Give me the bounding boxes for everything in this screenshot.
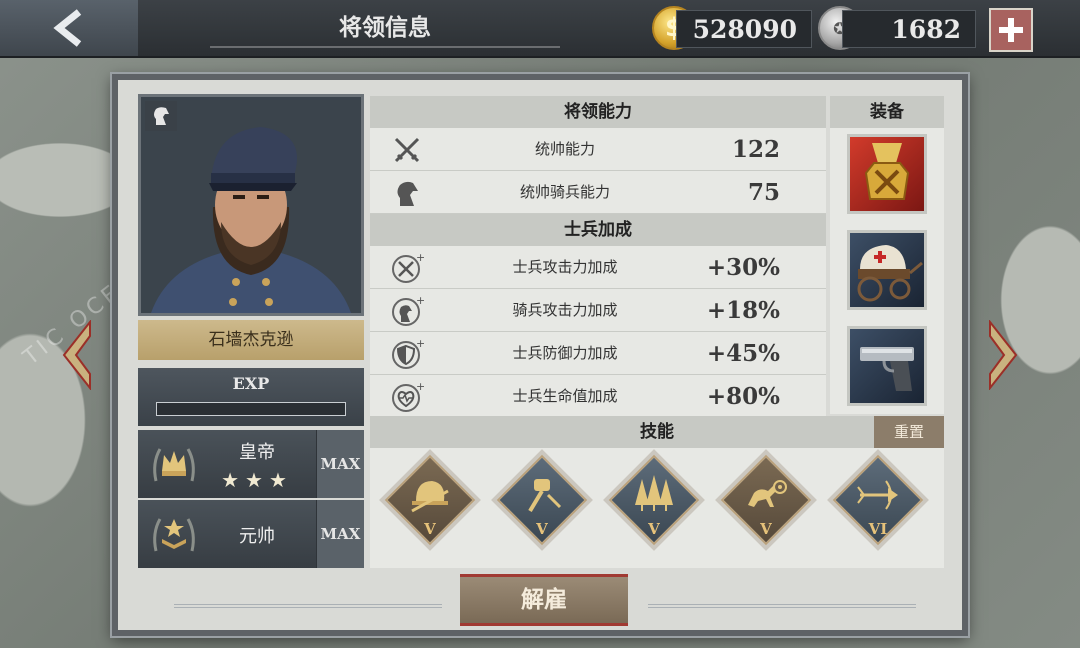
cavalry-attack-up-icon: +: [390, 295, 424, 327]
stat-label: 统帅能力: [534, 140, 595, 158]
helmet-skill-icon: [406, 474, 454, 514]
stat-value: +30%: [706, 254, 780, 281]
stat-value: +45%: [706, 340, 780, 367]
stats-table: 将领能力 统帅能力 122 统帅骑兵能力 75 士兵加成 + 士兵攻击力加成 +…: [370, 96, 826, 418]
previous-general-button[interactable]: [60, 319, 94, 391]
stat-value: 122: [731, 136, 780, 163]
chevron-right-icon: [989, 319, 1018, 391]
skill-slot-5[interactable]: VI: [832, 454, 924, 554]
skill-level: V: [648, 520, 660, 538]
crossed-swords-icon: [390, 134, 424, 166]
attack-up-icon: +: [390, 252, 424, 284]
chevron-left-icon: [62, 319, 91, 391]
dismiss-button[interactable]: 解雇: [460, 574, 628, 626]
forest-skill-icon: [630, 474, 678, 514]
stat-row: 统帅能力 122: [370, 128, 826, 171]
general-name: 石墙杰克逊: [138, 320, 364, 360]
stat-label: 士兵生命值加成: [512, 387, 618, 405]
defense-up-icon: +: [390, 338, 424, 370]
svg-text:+: +: [416, 338, 424, 350]
reset-skills-button[interactable]: 重置: [874, 416, 944, 448]
exp-label: EXP: [232, 374, 270, 393]
add-currency-button[interactable]: [989, 8, 1033, 52]
stat-label: 士兵攻击力加成: [512, 258, 618, 276]
divider-left: [174, 604, 442, 608]
exp-section: EXP: [138, 368, 364, 426]
rank-row-emperor: 皇帝 ★★★ MAX: [138, 430, 364, 498]
exp-progress-bar: [156, 402, 346, 416]
rank-title: 皇帝: [239, 442, 275, 463]
plus-icon: [999, 18, 1023, 42]
equipment-column: [830, 128, 944, 414]
knight-icon: [154, 107, 169, 125]
general-portrait: [138, 94, 364, 316]
ambulance-wagon-icon: [857, 245, 923, 302]
skill-level: V: [424, 520, 436, 538]
skill-slot-4[interactable]: V: [720, 454, 812, 554]
stat-value: 75: [747, 179, 780, 206]
divider-right: [648, 604, 916, 608]
crown-emblem-icon: [148, 440, 200, 488]
next-general-button[interactable]: [986, 319, 1020, 391]
stat-label: 士兵防御力加成: [512, 344, 618, 362]
skill-slot-2[interactable]: V: [496, 454, 588, 554]
rank-row-marshal: 元帅 MAX: [138, 500, 364, 568]
rank-stars: ★★★: [221, 468, 293, 492]
horse-head-icon: [390, 177, 424, 209]
stat-label: 骑兵攻击力加成: [512, 301, 618, 319]
svg-text:+: +: [416, 295, 424, 307]
skills-row: V V V V VI: [370, 448, 944, 568]
ability-heading: 将领能力: [370, 96, 826, 128]
back-button[interactable]: [0, 0, 138, 56]
skill-level: VI: [868, 520, 888, 538]
gold-amount: 528090: [676, 10, 812, 48]
stat-value: +18%: [706, 297, 780, 324]
skill-level: V: [536, 520, 548, 538]
medal-icon: [864, 143, 910, 200]
svg-text:+: +: [416, 252, 424, 264]
stat-row: 统帅骑兵能力 75: [370, 171, 826, 214]
svg-text:+: +: [416, 381, 424, 393]
pistol-icon: [860, 347, 914, 391]
marshal-insignia-icon: [148, 510, 200, 558]
medal-amount: 1682: [842, 10, 976, 48]
hammer-skill-icon: [518, 474, 566, 514]
cavalry-class-badge: [145, 101, 177, 131]
equipment-slot-pistol[interactable]: [847, 326, 927, 406]
skill-slot-1[interactable]: V: [384, 454, 476, 554]
rank-title: 元帅: [239, 526, 275, 547]
rank-max-tag: MAX: [316, 500, 364, 568]
equipment-slot-wagon[interactable]: [847, 230, 927, 310]
stat-row: + 士兵生命值加成 +80%: [370, 375, 826, 418]
rank-max-tag: MAX: [316, 430, 364, 498]
equipment-slot-medal[interactable]: [847, 134, 927, 214]
back-arrow-icon: [53, 9, 82, 47]
cavalry-skill-icon: [742, 474, 790, 514]
general-info-panel: 石墙杰克逊 EXP 皇帝 ★★★ MAX 元帅 MAX 将领能力 统帅能力 12…: [112, 74, 968, 636]
stat-row: + 士兵防御力加成 +45%: [370, 332, 826, 375]
health-up-icon: +: [390, 381, 424, 413]
stat-row: + 士兵攻击力加成 +30%: [370, 246, 826, 289]
skill-slot-3[interactable]: V: [608, 454, 700, 554]
equipment-heading: 装备: [830, 96, 944, 128]
stat-value: +80%: [706, 383, 780, 410]
bonus-heading: 士兵加成: [370, 214, 826, 246]
top-bar: 将领信息 $ 528090 ✪ 1682: [0, 0, 1080, 58]
stat-row: + 骑兵攻击力加成 +18%: [370, 289, 826, 332]
skills-heading: 技能: [370, 416, 944, 448]
skill-level: V: [760, 520, 772, 538]
page-title: 将领信息: [210, 8, 560, 48]
stat-label: 统帅骑兵能力: [519, 183, 610, 201]
arrow-skill-icon: [854, 474, 902, 514]
